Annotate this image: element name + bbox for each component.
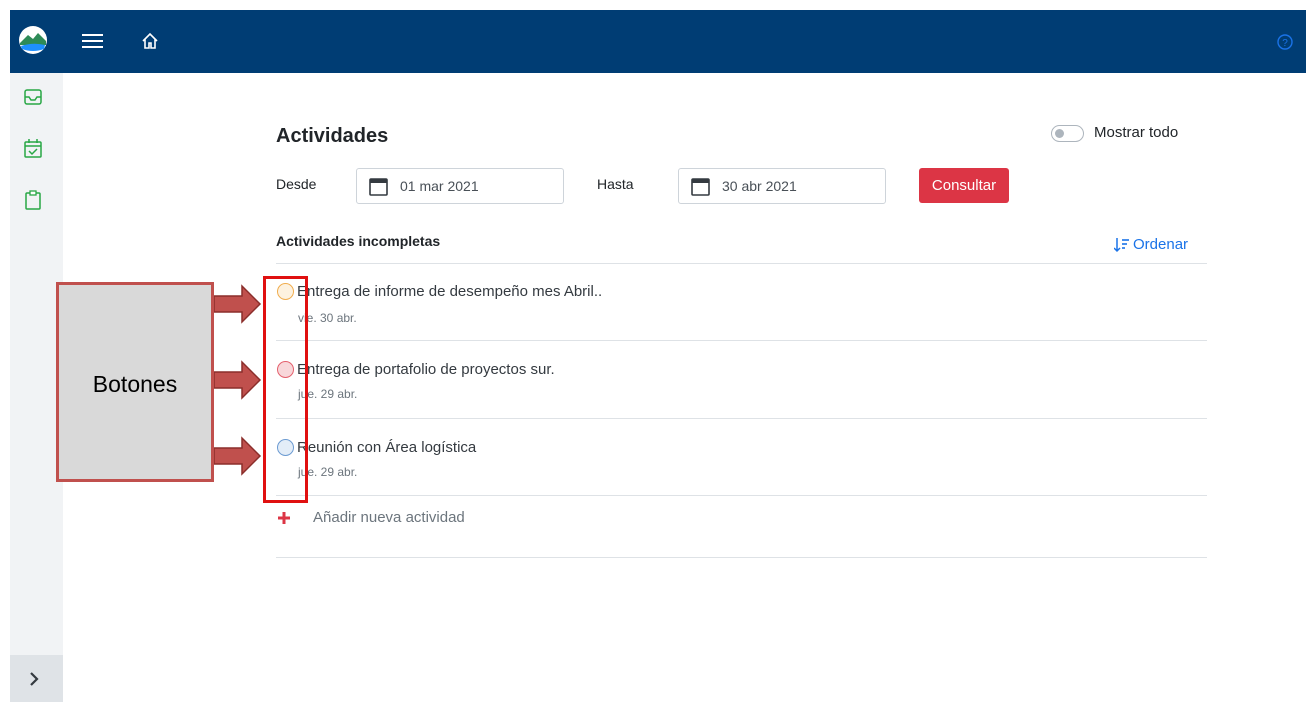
divider [276, 418, 1207, 419]
consultar-button[interactable]: Consultar [919, 168, 1009, 203]
task-title[interactable]: Entrega de informe de desempeño mes Abri… [297, 283, 602, 300]
mountain-logo-icon[interactable] [18, 25, 48, 55]
add-activity-label: Añadir nueva actividad [313, 509, 465, 526]
plus-icon [278, 512, 290, 524]
svg-text:?: ? [1282, 38, 1288, 49]
to-date-value: 30 abr 2021 [722, 178, 797, 194]
toggle-knob [1055, 129, 1064, 138]
from-date-value: 01 mar 2021 [400, 178, 479, 194]
show-all-toggle[interactable] [1051, 125, 1084, 142]
chevron-right-icon [30, 672, 39, 686]
annotation-label: Botones [92, 371, 178, 397]
hamburger-icon[interactable] [82, 33, 104, 49]
divider [276, 557, 1207, 558]
show-all-label: Mostrar todo [1094, 124, 1179, 141]
sidebar-expand-button[interactable] [10, 655, 63, 702]
calendar-icon [369, 178, 388, 196]
inbox-icon[interactable] [24, 89, 42, 105]
add-activity-button[interactable]: Añadir nueva actividad [278, 509, 478, 529]
task-title[interactable]: Reunión con Área logística [297, 439, 476, 456]
task-title[interactable]: Entrega de portafolio de proyectos sur. [297, 361, 555, 378]
sort-icon [1114, 238, 1129, 253]
page-title: Actividades [276, 125, 389, 147]
clipboard-icon[interactable] [25, 190, 41, 210]
calendar-icon [691, 178, 710, 196]
section-title: Actividades incompletas [276, 233, 441, 249]
annotation-callout: Botones [56, 282, 214, 482]
to-date-input[interactable]: 30 abr 2021 [678, 168, 886, 204]
from-label: Desde [276, 176, 317, 192]
annotation-highlight-box [263, 276, 308, 503]
help-icon[interactable]: ? [1277, 34, 1293, 50]
sort-label: Ordenar [1133, 236, 1189, 253]
divider [276, 340, 1207, 341]
divider [276, 263, 1207, 264]
to-label: Hasta [597, 176, 634, 192]
calendar-check-icon[interactable] [24, 139, 42, 158]
divider [276, 495, 1207, 496]
home-icon[interactable] [141, 32, 159, 50]
top-bar [10, 10, 1306, 73]
from-date-input[interactable]: 01 mar 2021 [356, 168, 564, 204]
annotation-arrows [214, 284, 262, 476]
